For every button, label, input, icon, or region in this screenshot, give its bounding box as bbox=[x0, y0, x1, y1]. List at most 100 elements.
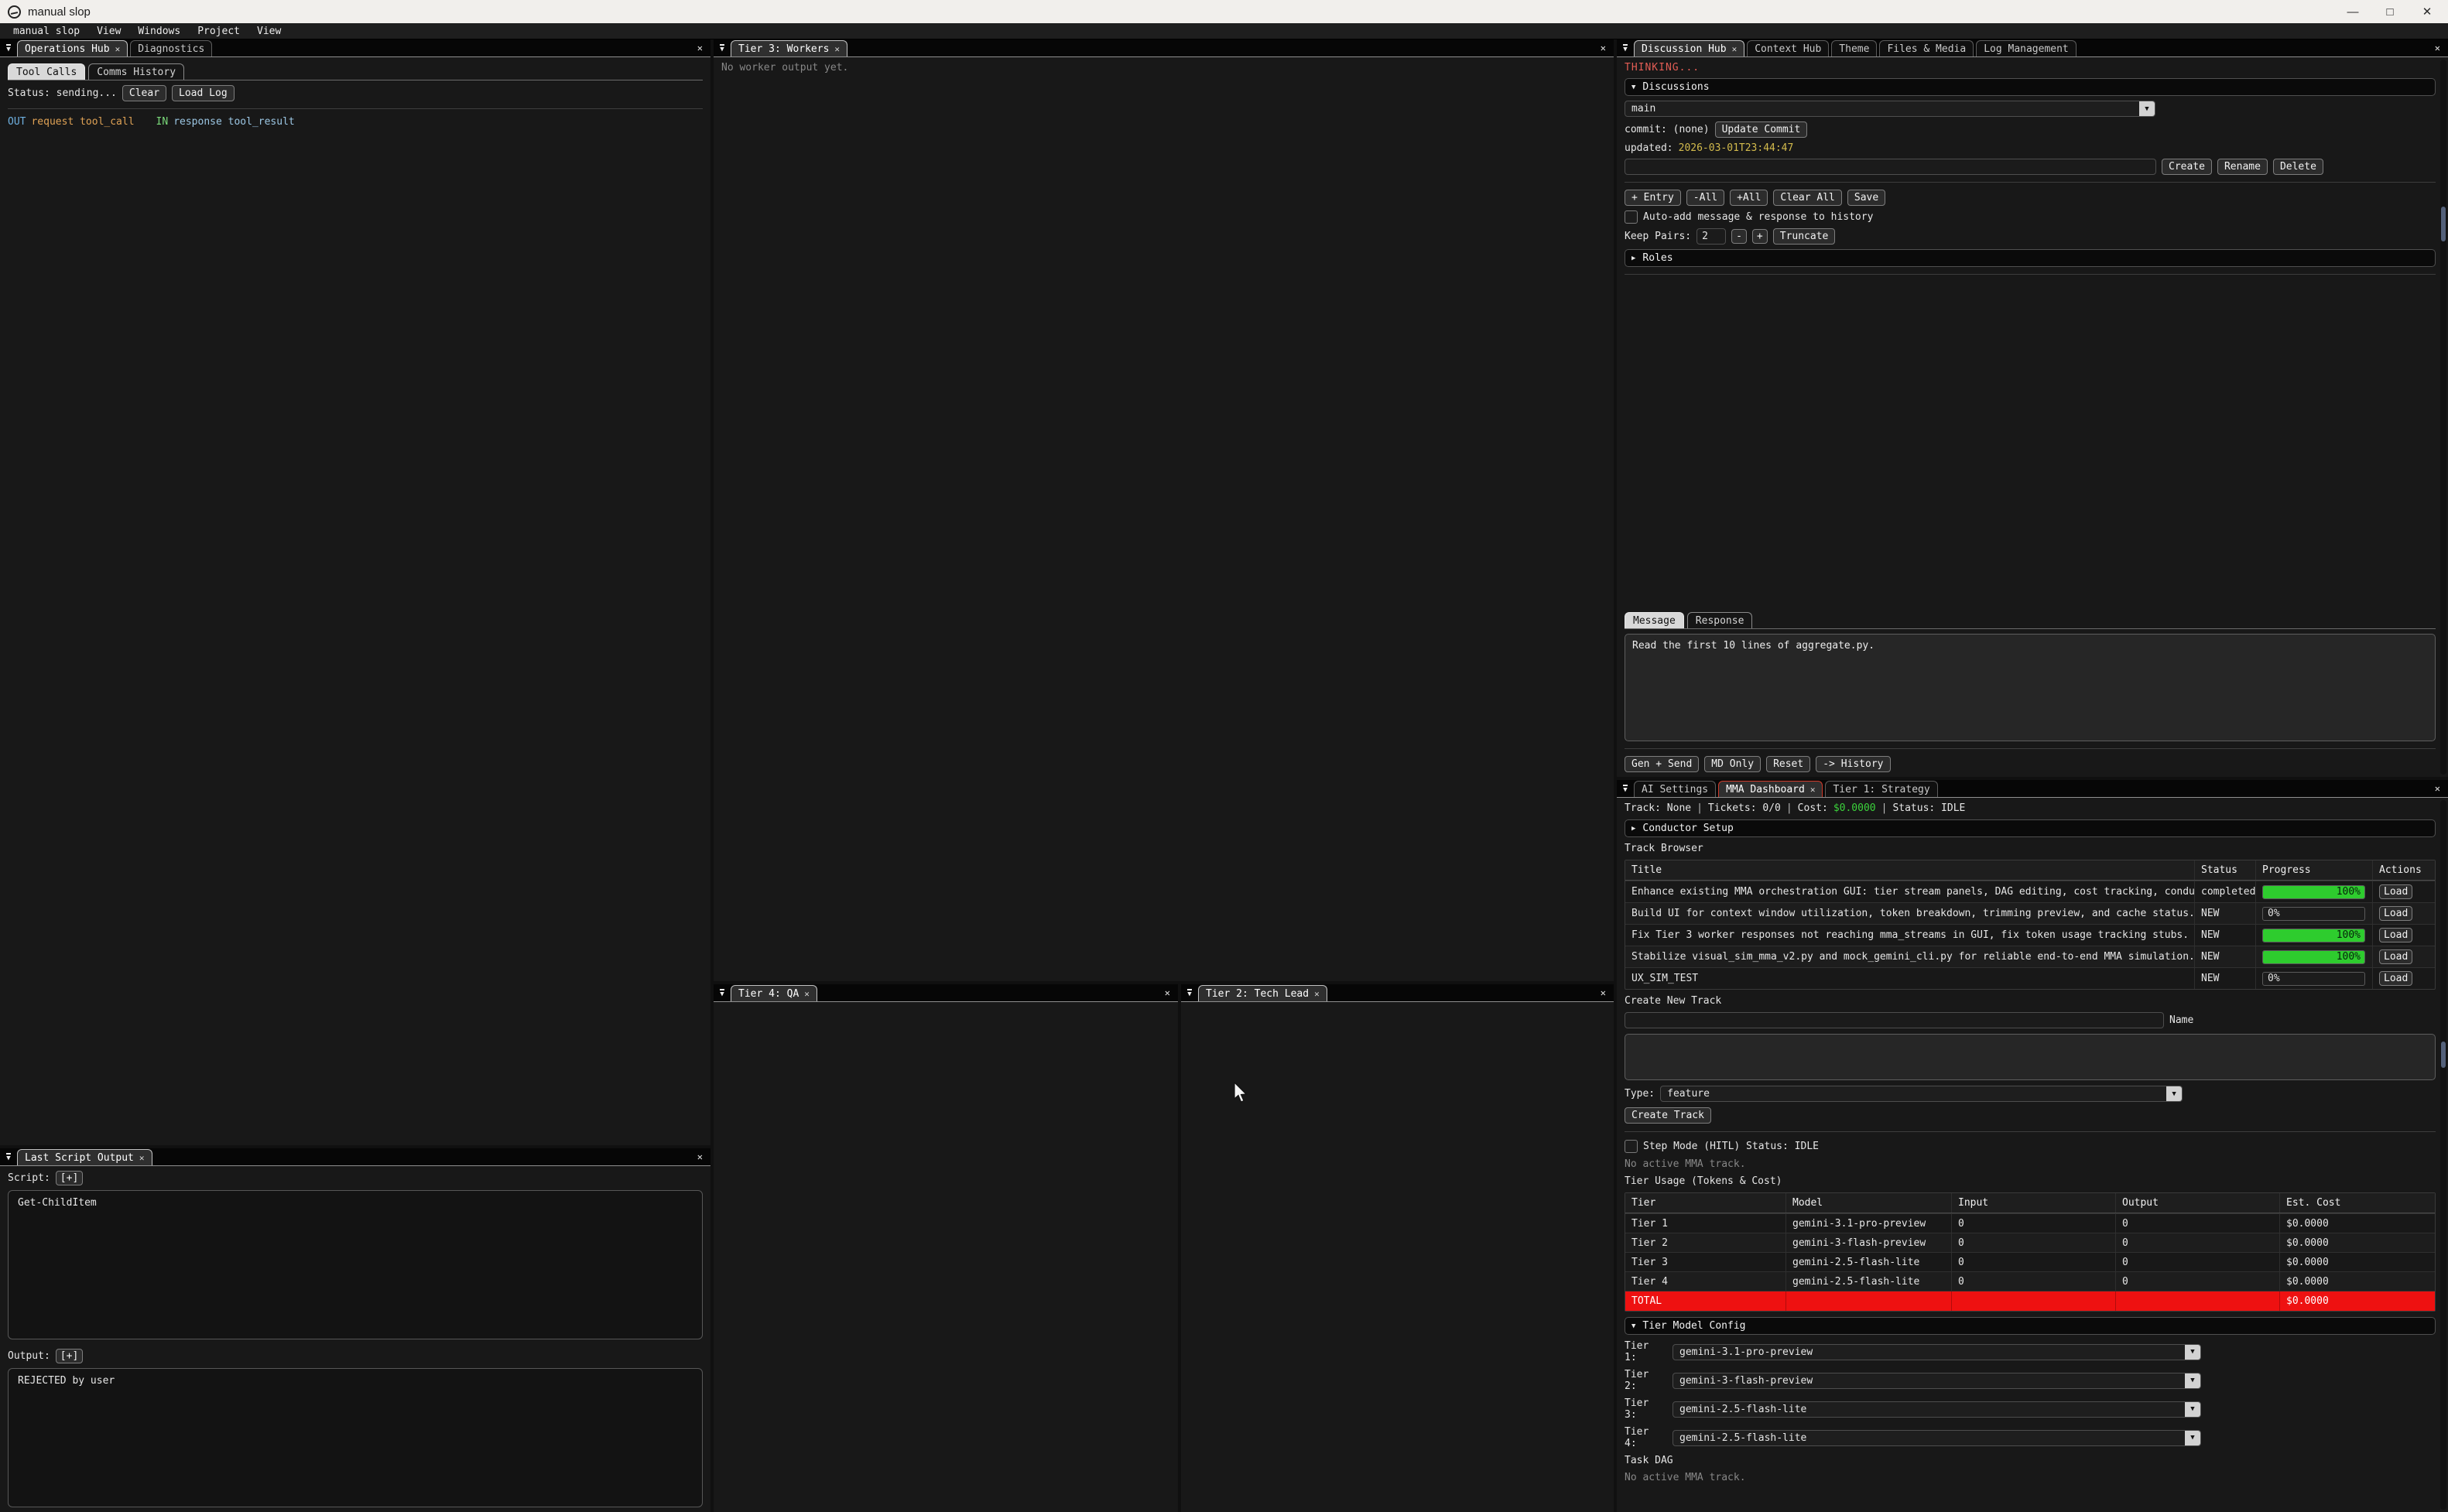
dock-close-icon[interactable]: ✕ bbox=[1593, 43, 1614, 53]
window-menu-icon[interactable]: ▼ bbox=[0, 44, 17, 53]
scrollbar-thumb[interactable] bbox=[2441, 207, 2446, 241]
step-mode-checkbox[interactable] bbox=[1625, 1140, 1638, 1153]
window-menu-icon[interactable]: ▼ bbox=[1181, 989, 1198, 997]
chevron-down-icon[interactable]: ▼ bbox=[2166, 1086, 2182, 1101]
save-button[interactable]: Save bbox=[1847, 190, 1885, 206]
tab-response[interactable]: Response bbox=[1687, 612, 1753, 628]
tab-tier3-workers[interactable]: Tier 3: Workers ✕ bbox=[731, 40, 847, 56]
dock-close-icon[interactable]: ✕ bbox=[2427, 783, 2448, 794]
to-history-button[interactable]: -> History bbox=[1816, 756, 1890, 772]
chevron-down-icon[interactable]: ▼ bbox=[2139, 101, 2155, 116]
tab-close-icon[interactable]: ✕ bbox=[1314, 989, 1320, 999]
output-textbox[interactable]: REJECTED by user bbox=[8, 1368, 703, 1507]
tab-tier4-qa[interactable]: Tier 4: QA ✕ bbox=[731, 985, 817, 1001]
tab-tier2-tech-lead[interactable]: Tier 2: Tech Lead ✕ bbox=[1198, 985, 1327, 1001]
gen-send-button[interactable]: Gen + Send bbox=[1625, 756, 1699, 772]
decrement-button[interactable]: - bbox=[1731, 229, 1747, 244]
reset-button[interactable]: Reset bbox=[1766, 756, 1810, 772]
dock-close-icon[interactable]: ✕ bbox=[1593, 987, 1614, 998]
discussion-scrollbar[interactable] bbox=[2440, 60, 2446, 775]
load-button[interactable]: Load bbox=[2379, 949, 2412, 964]
clear-all-button[interactable]: Clear All bbox=[1773, 190, 1841, 206]
chevron-down-icon[interactable]: ▼ bbox=[2185, 1373, 2200, 1388]
tab-context-hub[interactable]: Context Hub bbox=[1747, 40, 1829, 56]
tab-operations-hub[interactable]: Operations Hub ✕ bbox=[17, 40, 128, 56]
tab-mma-dashboard[interactable]: MMA Dashboard ✕ bbox=[1718, 781, 1823, 797]
menu-project[interactable]: Project bbox=[189, 26, 248, 37]
discussions-header[interactable]: ▼ Discussions bbox=[1625, 78, 2436, 96]
tab-theme[interactable]: Theme bbox=[1831, 40, 1877, 56]
tab-files-media[interactable]: Files & Media bbox=[1879, 40, 1974, 56]
tab-comms-history[interactable]: Comms History bbox=[88, 63, 184, 80]
tier2-model-select[interactable]: gemini-3-flash-preview ▼ bbox=[1673, 1373, 2201, 1389]
load-button[interactable]: Load bbox=[2379, 906, 2412, 921]
increment-button[interactable]: + bbox=[1752, 229, 1768, 244]
load-log-button[interactable]: Load Log bbox=[172, 85, 235, 101]
autoadd-checkbox[interactable] bbox=[1625, 210, 1638, 224]
menu-view-2[interactable]: View bbox=[248, 26, 289, 37]
tab-close-icon[interactable]: ✕ bbox=[834, 44, 840, 54]
track-description-textarea[interactable] bbox=[1625, 1034, 2436, 1080]
tab-close-icon[interactable]: ✕ bbox=[139, 1153, 145, 1163]
window-menu-icon[interactable]: ▼ bbox=[714, 989, 731, 997]
dock-close-icon[interactable]: ✕ bbox=[690, 43, 710, 53]
md-only-button[interactable]: MD Only bbox=[1704, 756, 1761, 772]
tab-message[interactable]: Message bbox=[1625, 612, 1684, 628]
script-expand-button[interactable]: [+] bbox=[56, 1171, 83, 1185]
tab-close-icon[interactable]: ✕ bbox=[804, 989, 810, 999]
tab-tier1-strategy[interactable]: Tier 1: Strategy bbox=[1825, 781, 1937, 797]
collapse-all-button[interactable]: -All bbox=[1686, 190, 1724, 206]
track-type-select[interactable]: feature ▼ bbox=[1660, 1086, 2183, 1102]
script-textbox[interactable]: Get-ChildItem bbox=[8, 1190, 703, 1339]
delete-button[interactable]: Delete bbox=[2273, 159, 2323, 175]
dock-close-icon[interactable]: ✕ bbox=[690, 1151, 710, 1162]
dock-close-icon[interactable]: ✕ bbox=[1157, 987, 1178, 998]
tool-call-log-row[interactable]: OUT request tool_call IN response tool_r… bbox=[8, 116, 703, 128]
roles-header[interactable]: ▶ Roles bbox=[1625, 249, 2436, 267]
keep-pairs-input[interactable]: 2 bbox=[1696, 228, 1726, 245]
expand-all-button[interactable]: +All bbox=[1730, 190, 1768, 206]
menu-view[interactable]: View bbox=[88, 26, 129, 37]
tier-model-config-header[interactable]: ▼ Tier Model Config bbox=[1625, 1317, 2436, 1335]
scrollbar-thumb[interactable] bbox=[2441, 1042, 2446, 1068]
tab-last-script-output[interactable]: Last Script Output ✕ bbox=[17, 1149, 152, 1165]
discussion-select[interactable]: main ▼ bbox=[1625, 101, 2155, 117]
tab-discussion-hub[interactable]: Discussion Hub ✕ bbox=[1634, 40, 1744, 56]
chevron-down-icon[interactable]: ▼ bbox=[2185, 1402, 2200, 1417]
add-entry-button[interactable]: + Entry bbox=[1625, 190, 1681, 206]
create-track-button[interactable]: Create Track bbox=[1625, 1107, 1711, 1124]
window-menu-icon[interactable]: ▼ bbox=[714, 44, 731, 53]
load-button[interactable]: Load bbox=[2379, 971, 2412, 986]
rename-button[interactable]: Rename bbox=[2217, 159, 2268, 175]
mma-scrollbar[interactable] bbox=[2440, 800, 2446, 1510]
menu-manual-slop[interactable]: manual slop bbox=[5, 26, 88, 37]
tier1-model-select[interactable]: gemini-3.1-pro-preview ▼ bbox=[1673, 1344, 2201, 1360]
truncate-button[interactable]: Truncate bbox=[1773, 228, 1836, 245]
conductor-setup-header[interactable]: ▶ Conductor Setup bbox=[1625, 819, 2436, 837]
tab-ai-settings[interactable]: AI Settings bbox=[1634, 781, 1716, 797]
tab-close-icon[interactable]: ✕ bbox=[1810, 785, 1816, 795]
maximize-icon[interactable]: □ bbox=[2377, 2, 2403, 21]
window-menu-icon[interactable]: ▼ bbox=[0, 1153, 17, 1161]
chevron-down-icon[interactable]: ▼ bbox=[2185, 1431, 2200, 1445]
load-button[interactable]: Load bbox=[2379, 884, 2412, 899]
tab-log-management[interactable]: Log Management bbox=[1976, 40, 2077, 56]
tier3-model-select[interactable]: gemini-2.5-flash-lite ▼ bbox=[1673, 1401, 2201, 1418]
close-icon[interactable]: ✕ bbox=[2414, 2, 2440, 21]
tab-tool-calls[interactable]: Tool Calls bbox=[8, 63, 85, 80]
dock-close-icon[interactable]: ✕ bbox=[2427, 43, 2448, 53]
message-textarea[interactable]: Read the first 10 lines of aggregate.py. bbox=[1625, 634, 2436, 741]
window-menu-icon[interactable]: ▼ bbox=[1617, 44, 1634, 53]
create-button[interactable]: Create bbox=[2162, 159, 2212, 175]
tab-close-icon[interactable]: ✕ bbox=[115, 44, 121, 54]
menu-windows[interactable]: Windows bbox=[129, 26, 189, 37]
update-commit-button[interactable]: Update Commit bbox=[1715, 121, 1808, 138]
track-name-input[interactable] bbox=[1625, 1012, 2164, 1028]
tier4-model-select[interactable]: gemini-2.5-flash-lite ▼ bbox=[1673, 1430, 2201, 1446]
load-button[interactable]: Load bbox=[2379, 928, 2412, 942]
window-menu-icon[interactable]: ▼ bbox=[1617, 785, 1634, 793]
clear-button[interactable]: Clear bbox=[122, 85, 166, 101]
tab-close-icon[interactable]: ✕ bbox=[1732, 44, 1738, 54]
discussion-name-input[interactable] bbox=[1625, 159, 2156, 175]
chevron-down-icon[interactable]: ▼ bbox=[2185, 1345, 2200, 1360]
